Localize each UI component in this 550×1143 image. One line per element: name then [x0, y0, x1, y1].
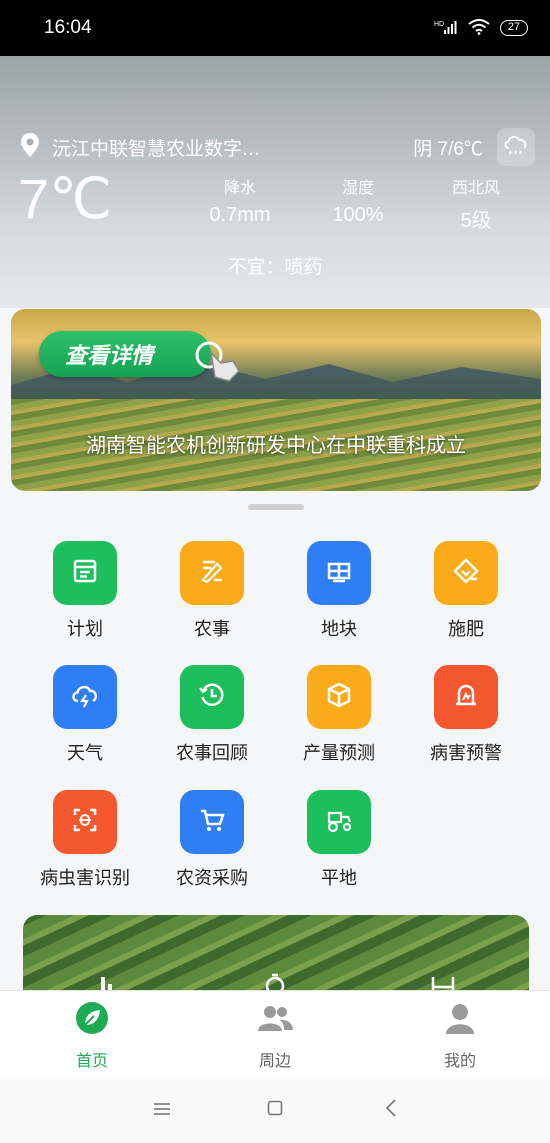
drag-handle[interactable] [248, 504, 304, 510]
location-name[interactable]: 沅江中联智慧农业数字... [52, 134, 260, 161]
stat-value: 100% [332, 204, 384, 226]
banner-caption: 湖南智能农机创新研发中心在中联重科成立 [86, 433, 466, 457]
farm-work-icon [197, 556, 227, 590]
view-details-button[interactable]: 查看详情 [39, 331, 211, 377]
menu-icon [153, 1101, 171, 1120]
feature-tile [53, 541, 117, 605]
tab-nearby[interactable]: 周边 [215, 1001, 335, 1071]
stat-label: 西北风 [451, 178, 500, 197]
home-button[interactable] [260, 1098, 290, 1122]
feature-tile [53, 665, 117, 729]
feature-land-leveling[interactable]: 平地 [279, 790, 399, 890]
pointer-hand-icon [193, 339, 243, 387]
cloud-rain-icon [502, 133, 530, 161]
cart-icon [197, 805, 227, 839]
feature-label: 病虫害识别 [40, 868, 130, 889]
feature-label: 地块 [321, 619, 357, 640]
feature-tile [307, 665, 371, 729]
feature-label: 农事回顾 [176, 743, 248, 764]
tab-mine[interactable]: 我的 [400, 1001, 520, 1071]
user-icon [443, 1004, 477, 1039]
feature-tile [53, 790, 117, 854]
news-banner[interactable]: 查看详情 湖南智能农机创新研发中心在中联重科成立 [11, 309, 541, 491]
alarm-icon [451, 680, 481, 714]
battery-icon: 27 [499, 20, 528, 36]
feature-label: 计划 [67, 619, 103, 640]
farming-advice: 不宜：喷药 [227, 256, 323, 278]
tab-label: 周边 [258, 1051, 291, 1070]
weather-condition: 阴 7/6℃ [413, 138, 483, 160]
wind-stat: 西北风 5级 [426, 174, 526, 233]
stat-label: 降水 [223, 178, 256, 197]
weather-panel: 沅江中联智慧农业数字... 阴 7/6℃ 7℃ 降水 0.7mm 湿度 100%… [0, 56, 550, 308]
square-icon [267, 1100, 283, 1120]
feature-tile [180, 665, 244, 729]
feature-tile [180, 541, 244, 605]
feature-label: 平地 [321, 868, 357, 889]
back-chevron-icon [385, 1099, 397, 1121]
stat-value: 0.7mm [209, 204, 271, 226]
feature-weather[interactable]: 天气 [25, 665, 145, 765]
stat-label: 湿度 [341, 178, 374, 197]
feature-tile [180, 790, 244, 854]
people-icon [256, 1006, 294, 1039]
feature-tile [434, 665, 498, 729]
feature-tile [434, 541, 498, 605]
system-nav-bar [0, 1078, 550, 1143]
feature-label: 病害预警 [430, 743, 502, 764]
status-bar: 16:04 HD 27 [0, 0, 550, 56]
feature-farm-work[interactable]: 农事 [152, 541, 272, 641]
feature-label: 农资采购 [176, 868, 248, 889]
stat-value: 5级 [460, 210, 492, 232]
precipitation-stat: 降水 0.7mm [190, 174, 290, 227]
yield-icon [324, 680, 354, 714]
back-button[interactable] [376, 1098, 406, 1122]
tab-label: 首页 [75, 1051, 108, 1070]
tab-home[interactable]: 首页 [32, 1001, 152, 1071]
feature-label: 产量预测 [303, 743, 375, 764]
weather-icon [69, 680, 101, 714]
plot-icon [324, 556, 354, 590]
feature-yield-forecast[interactable]: 产量预测 [279, 665, 399, 765]
tab-label: 我的 [443, 1051, 476, 1070]
feature-disease-alert[interactable]: 病害预警 [406, 665, 526, 765]
feature-label: 施肥 [448, 619, 484, 640]
feature-tile [307, 541, 371, 605]
plan-icon [70, 556, 100, 590]
bottom-tab-bar: 首页 周边 我的 [0, 990, 550, 1078]
feature-label: 农事 [194, 619, 230, 640]
weather-detail-button[interactable] [497, 128, 535, 166]
signal-icon: HD [434, 19, 458, 38]
history-icon [197, 680, 227, 714]
location-row: 沅江中联智慧农业数字... 阴 7/6℃ [20, 128, 535, 166]
feature-farm-history[interactable]: 农事回顾 [152, 665, 272, 765]
scan-icon [70, 805, 100, 839]
status-icons: HD 27 [434, 18, 528, 38]
svg-text:HD: HD [434, 21, 444, 28]
menu-button[interactable] [147, 1098, 177, 1122]
feature-supplies-purchase[interactable]: 农资采购 [152, 790, 272, 890]
current-temperature: 7℃ [18, 167, 113, 230]
feature-label: 天气 [67, 743, 103, 764]
feature-plan[interactable]: 计划 [25, 541, 145, 641]
tractor-icon [323, 805, 355, 839]
wifi-icon [468, 18, 490, 38]
feature-fertilize[interactable]: 施肥 [406, 541, 526, 641]
feature-plot[interactable]: 地块 [279, 541, 399, 641]
feature-tile [307, 790, 371, 854]
status-time: 16:04 [44, 17, 92, 38]
feature-pest-identification[interactable]: 病虫害识别 [25, 790, 145, 890]
location-pin-icon [20, 133, 40, 161]
leaf-icon [75, 1002, 109, 1039]
humidity-stat: 湿度 100% [308, 174, 408, 227]
farm-overview-card[interactable] [23, 915, 529, 995]
fertilize-icon [451, 556, 481, 590]
